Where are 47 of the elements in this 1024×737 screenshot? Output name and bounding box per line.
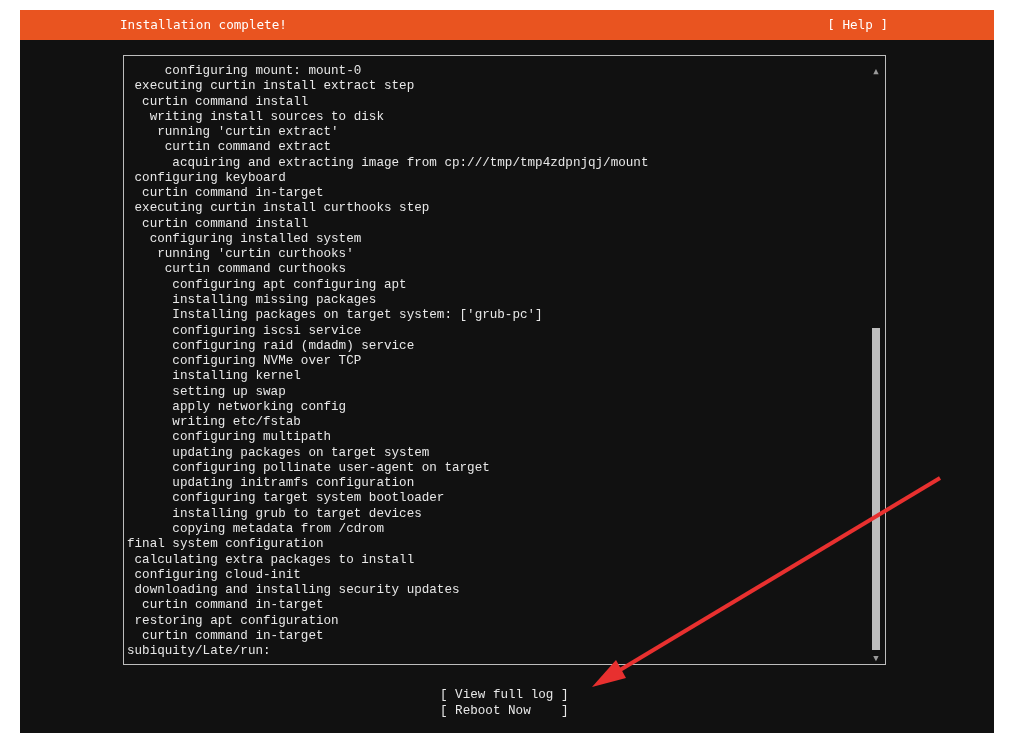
log-line: writing etc/fstab <box>171 415 301 431</box>
log-line: apply networking config <box>171 399 347 416</box>
log-line: executing curtin install curthooks step <box>133 201 430 217</box>
log-line: configuring target system bootloader <box>171 491 445 507</box>
scrollbar[interactable]: ▲ ▼ <box>870 64 882 664</box>
scroll-down-arrow[interactable]: ▼ <box>873 652 879 664</box>
log-line: updating packages on target system <box>171 445 430 461</box>
log-line: running 'curtin curthooks' <box>156 247 354 263</box>
log-line: downloading and installing security updates <box>133 583 460 599</box>
menu-button[interactable]: [ View full log ] <box>440 687 569 703</box>
log-line: curtin command in-target <box>141 186 324 202</box>
log-line: executing curtin install extract step <box>133 79 415 95</box>
log-line: calculating extra packages to install <box>133 552 415 568</box>
log-line: acquiring and extracting image from cp:///tmp/tmp4zdpnjqj/mount <box>171 155 649 171</box>
log-line: installing kernel <box>171 369 301 385</box>
log-line: configuring iscsi service <box>171 323 362 339</box>
log-line: installing missing packages <box>171 293 377 309</box>
log-line: configuring installed system <box>148 231 362 248</box>
log-line: curtin command in-target <box>141 628 324 645</box>
log-line: curtin command install <box>141 94 309 110</box>
log-line: installing grub to target devices <box>171 506 422 522</box>
log-line: copying metadata from /cdrom <box>171 521 384 538</box>
log-line: restoring apt configuration <box>133 613 339 629</box>
log-line: configuring apt configuring apt <box>171 277 407 293</box>
help-link[interactable]: [ Help ] <box>827 15 888 35</box>
log-line: configuring raid (mdadm) service <box>171 338 415 355</box>
log-line: configuring pollinate user-agent on target <box>171 460 490 477</box>
menu-button[interactable]: [ Reboot Now ] <box>440 703 569 719</box>
scroll-up-arrow[interactable]: ▲ <box>873 65 879 77</box>
log-line: setting up swap <box>171 384 286 400</box>
log-line: curtin command in-target <box>141 598 324 614</box>
log-line: configuring keyboard <box>133 170 286 187</box>
log-line: final system configuration <box>127 537 324 553</box>
log-line: updating initramfs configuration <box>171 476 415 492</box>
log-line: curtin command curthooks <box>163 262 347 278</box>
log-line: configuring mount: mount-0 <box>163 64 362 80</box>
log-line: Installing packages on target system: ['grub-pc'] <box>171 308 543 324</box>
log-line: running 'curtin extract' <box>156 125 339 141</box>
log-line: configuring cloud-init <box>133 567 301 584</box>
header-title: Installation complete! <box>120 15 287 34</box>
log-line: writing install sources to disk <box>148 109 384 126</box>
scroll-thumb[interactable] <box>872 328 880 650</box>
log-line: curtin command extract <box>163 140 332 156</box>
log-line: subiquity/Late/run: <box>127 644 271 660</box>
log-line: configuring multipath <box>171 430 332 446</box>
log-line: curtin command install <box>141 216 309 232</box>
log-line: configuring NVMe over TCP <box>171 354 362 370</box>
